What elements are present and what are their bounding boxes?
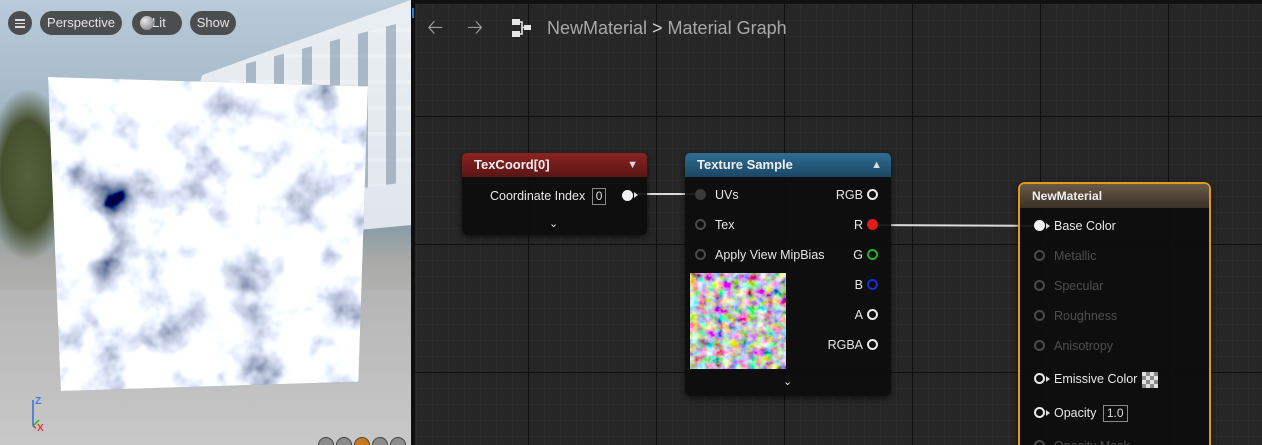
coordinate-index-field[interactable]: 0 [591,188,607,206]
mipbias-input-pin[interactable] [695,249,706,260]
specular-label: Specular [1054,279,1104,293]
z-axis-label: Z [35,396,42,407]
mipbias-input-label: Apply View MipBias [715,248,825,262]
viewport-menu-button[interactable] [8,11,32,35]
metallic-pin[interactable] [1034,250,1045,261]
show-button[interactable]: Show [190,11,236,35]
graph-breadcrumb-bar: 🡠 🡢 NewMaterial > Material Graph [415,4,1262,48]
material-node-header[interactable]: NewMaterial [1020,184,1209,208]
base-color-pin[interactable] [1034,220,1045,231]
rgb-output-label: RGB [835,188,863,202]
opacity-label: Opacity [1054,406,1097,420]
lit-label: Lit [152,15,166,30]
perspective-button[interactable]: Perspective [40,11,122,35]
anisotropy-label: Anisotropy [1054,339,1114,353]
coordinate-index-row: Coordinate Index 0 [490,187,607,206]
b-output-label: B [854,278,863,292]
texcoord-node-title: TexCoord[0] [474,157,550,172]
uvs-input-label: UVs [715,188,739,202]
metallic-label: Metallic [1054,249,1097,263]
rgba-output-pin[interactable] [867,339,878,350]
roughness-label: Roughness [1054,309,1118,323]
texcoord-output-pin[interactable] [622,190,633,201]
roughness-pin[interactable] [1034,310,1045,321]
lit-sphere-icon [140,16,154,30]
emissive-color-label: Emissive Color [1054,372,1138,386]
opacity-value-field[interactable]: 1.0 [1102,405,1128,423]
emissive-color-pin[interactable] [1034,373,1045,384]
r-output-label: R [853,218,863,232]
x-axis-label: X [37,423,44,434]
texture-sample-node-header[interactable]: Texture Sample ▲ [685,153,891,177]
expand-chevron-icon[interactable]: ⌄ [549,217,558,230]
base-color-label: Base Color [1054,219,1116,233]
breadcrumb: NewMaterial > Material Graph [547,18,787,38]
emissive-color-row: Emissive Color [1054,370,1159,388]
anisotropy-pin[interactable] [1034,340,1045,351]
forward-arrow-icon[interactable]: 🡢 [467,18,483,38]
r-output-pin[interactable] [867,219,878,230]
view-mode-icon[interactable] [354,437,370,445]
back-arrow-icon[interactable]: 🡠 [427,18,443,38]
texcoord-node-header[interactable]: TexCoord[0] ▼ [462,153,647,177]
g-output-pin[interactable] [867,249,878,260]
pin-arrow-icon [634,192,638,198]
texcoord-node[interactable]: TexCoord[0] ▼ Coordinate Index 0 ⌄ [462,153,647,235]
view-mode-icon[interactable] [336,437,352,445]
material-preview-plane [48,77,368,391]
graph-hierarchy-icon[interactable] [510,16,534,40]
view-mode-icon[interactable] [318,437,334,445]
material-result-node[interactable]: NewMaterial Base Color Metallic Specular… [1018,182,1211,445]
chevron-up-icon[interactable]: ▲ [871,153,882,177]
breadcrumb-separator: > [652,18,663,38]
rgba-output-label: RGBA [827,338,863,352]
opacity-pin[interactable] [1034,407,1045,418]
expand-chevron-icon[interactable]: ⌄ [783,375,792,388]
preview-viewport[interactable]: Perspective Lit Show Z X [0,0,411,445]
emissive-color-swatch[interactable] [1142,371,1159,388]
b-output-pin[interactable] [867,279,878,290]
tex-input-label: Tex [715,218,735,232]
breadcrumb-graph[interactable]: Material Graph [668,18,787,38]
g-output-label: G [853,248,863,262]
rgb-output-pin[interactable] [867,189,878,200]
view-mode-icon[interactable] [390,437,406,445]
a-output-label: A [854,308,863,322]
opacity-row: Opacity 1.0 [1054,404,1128,423]
texture-sample-node[interactable]: Texture Sample ▲ UVs Tex Apply View MipB… [685,153,891,396]
specular-pin[interactable] [1034,280,1045,291]
texture-preview-thumbnail [690,273,786,369]
divider-accent [412,8,414,18]
chevron-down-icon[interactable]: ▼ [627,153,638,177]
viewport-bottom-icons[interactable] [318,437,410,445]
pin-arrow-icon [1046,376,1050,382]
breadcrumb-asset[interactable]: NewMaterial [547,18,647,38]
pin-arrow-icon [1046,410,1050,416]
view-mode-icon[interactable] [372,437,388,445]
material-node-title: NewMaterial [1032,189,1103,203]
coordinate-index-label: Coordinate Index [490,189,586,203]
tex-input-pin[interactable] [695,219,706,230]
texture-sample-node-title: Texture Sample [697,157,793,172]
opacity-mask-label: Opacity Mask [1054,437,1130,445]
axis-gizmo: Z X [27,392,57,436]
opacity-mask-pin[interactable] [1034,440,1045,445]
uvs-input-pin[interactable] [695,189,706,200]
pin-arrow-icon [1046,223,1050,229]
a-output-pin[interactable] [867,309,878,320]
lit-mode-button[interactable]: Lit [132,11,182,35]
